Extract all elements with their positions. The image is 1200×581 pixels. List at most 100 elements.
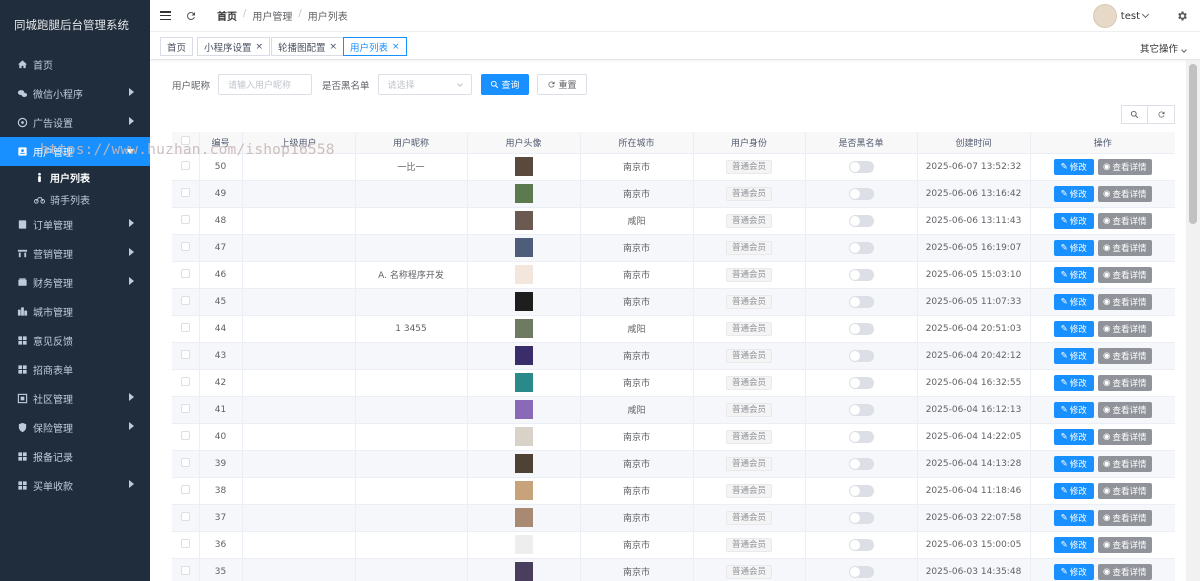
page-scrollbar[interactable]	[1186, 60, 1200, 581]
row-checkbox[interactable]	[172, 396, 199, 424]
tag-banner-config[interactable]: 轮播图配置 ×	[271, 37, 345, 56]
sidebar-item[interactable]: 意见反馈	[0, 326, 150, 355]
edit-button[interactable]: ✎ 修改	[1053, 212, 1094, 229]
row-checkbox[interactable]	[172, 477, 199, 505]
avatar[interactable]	[514, 427, 533, 446]
blacklist-toggle[interactable]	[848, 430, 874, 443]
blacklist-toggle[interactable]	[848, 295, 874, 308]
sidebar-item[interactable]: 微信小程序	[0, 79, 150, 108]
toggle-search-button[interactable]	[1121, 105, 1148, 124]
edit-button[interactable]: ✎ 修改	[1053, 482, 1094, 499]
sidebar-item[interactable]: 社区管理	[0, 384, 150, 413]
avatar[interactable]	[514, 346, 533, 365]
edit-button[interactable]: ✎ 修改	[1053, 185, 1094, 202]
blacklist-toggle[interactable]	[848, 160, 874, 173]
avatar[interactable]	[514, 481, 533, 500]
row-checkbox[interactable]	[172, 234, 199, 262]
blacklist-toggle[interactable]	[848, 457, 874, 470]
avatar[interactable]	[514, 535, 533, 554]
view-detail-button[interactable]: ◉ 查看详情	[1097, 374, 1152, 391]
row-checkbox[interactable]	[172, 504, 199, 532]
avatar[interactable]	[514, 184, 533, 203]
view-detail-button[interactable]: ◉ 查看详情	[1097, 158, 1152, 175]
sidebar-item[interactable]: 广告设置	[0, 108, 150, 137]
row-checkbox[interactable]	[172, 369, 199, 397]
avatar[interactable]	[514, 265, 533, 284]
blacklist-toggle[interactable]	[848, 241, 874, 254]
row-checkbox[interactable]	[172, 207, 199, 235]
hamburger-icon[interactable]	[160, 11, 171, 20]
view-detail-button[interactable]: ◉ 查看详情	[1097, 293, 1152, 310]
view-detail-button[interactable]: ◉ 查看详情	[1097, 239, 1152, 256]
blacklist-toggle[interactable]	[848, 565, 874, 578]
edit-button[interactable]: ✎ 修改	[1053, 455, 1094, 472]
view-detail-button[interactable]: ◉ 查看详情	[1097, 401, 1152, 418]
avatar[interactable]	[514, 292, 533, 311]
sidebar-subitem[interactable]: 骑手列表	[0, 188, 150, 210]
avatar[interactable]	[514, 454, 533, 473]
view-detail-button[interactable]: ◉ 查看详情	[1097, 428, 1152, 445]
edit-button[interactable]: ✎ 修改	[1053, 266, 1094, 283]
view-detail-button[interactable]: ◉ 查看详情	[1097, 185, 1152, 202]
edit-button[interactable]: ✎ 修改	[1053, 509, 1094, 526]
tag-miniprogram-settings[interactable]: 小程序设置 ×	[197, 37, 271, 56]
sidebar-item[interactable]: 保险管理	[0, 413, 150, 442]
avatar[interactable]	[514, 508, 533, 527]
edit-button[interactable]: ✎ 修改	[1053, 158, 1094, 175]
sidebar-item[interactable]: 首页	[0, 50, 150, 79]
row-checkbox[interactable]	[172, 423, 199, 451]
reset-button[interactable]: 重置	[536, 74, 587, 95]
user-menu[interactable]: test	[1092, 4, 1188, 28]
blacklist-toggle[interactable]	[848, 403, 874, 416]
row-checkbox[interactable]	[172, 531, 199, 559]
view-detail-button[interactable]: ◉ 查看详情	[1097, 212, 1152, 229]
edit-button[interactable]: ✎ 修改	[1053, 401, 1094, 418]
view-detail-button[interactable]: ◉ 查看详情	[1097, 266, 1152, 283]
sidebar-subitem[interactable]: 用户列表	[0, 166, 150, 188]
tag-home[interactable]: 首页	[160, 37, 194, 56]
view-detail-button[interactable]: ◉ 查看详情	[1097, 482, 1152, 499]
edit-button[interactable]: ✎ 修改	[1053, 293, 1094, 310]
view-detail-button[interactable]: ◉ 查看详情	[1097, 320, 1152, 337]
avatar[interactable]	[514, 238, 533, 257]
row-checkbox[interactable]	[172, 450, 199, 478]
refresh-table-button[interactable]	[1148, 105, 1175, 124]
refresh-icon[interactable]	[185, 10, 197, 22]
row-checkbox[interactable]	[172, 288, 199, 316]
view-detail-button[interactable]: ◉ 查看详情	[1097, 455, 1152, 472]
row-checkbox[interactable]	[172, 261, 199, 289]
view-detail-button[interactable]: ◉ 查看详情	[1097, 509, 1152, 526]
edit-button[interactable]: ✎ 修改	[1053, 347, 1094, 364]
edit-button[interactable]: ✎ 修改	[1053, 563, 1094, 580]
nickname-input[interactable]: 请输入用户昵称	[218, 74, 313, 95]
blacklist-toggle[interactable]	[848, 511, 874, 524]
row-checkbox[interactable]	[172, 315, 199, 343]
other-actions-dropdown[interactable]: 其它操作	[1140, 41, 1187, 55]
avatar[interactable]	[514, 319, 533, 338]
tag-user-list[interactable]: 用户列表 ×	[343, 37, 407, 56]
scrollbar-thumb[interactable]	[1189, 64, 1197, 224]
edit-button[interactable]: ✎ 修改	[1053, 320, 1094, 337]
edit-button[interactable]: ✎ 修改	[1053, 239, 1094, 256]
blacklist-toggle[interactable]	[848, 376, 874, 389]
sidebar-item[interactable]: 买单收款	[0, 471, 150, 500]
blacklist-toggle[interactable]	[848, 268, 874, 281]
avatar[interactable]	[1092, 4, 1117, 28]
view-detail-button[interactable]: ◉ 查看详情	[1097, 536, 1152, 553]
breadcrumb-item[interactable]: 首页	[217, 8, 237, 23]
avatar[interactable]	[514, 562, 533, 581]
close-icon[interactable]: ×	[330, 42, 338, 52]
edit-button[interactable]: ✎ 修改	[1053, 374, 1094, 391]
blacklist-select[interactable]: 请选择	[377, 74, 472, 95]
edit-button[interactable]: ✎ 修改	[1053, 536, 1094, 553]
sidebar-item[interactable]: 营销管理	[0, 239, 150, 268]
sidebar-item[interactable]: 订单管理	[0, 210, 150, 239]
close-icon[interactable]: ×	[392, 42, 400, 52]
view-detail-button[interactable]: ◉ 查看详情	[1097, 563, 1152, 580]
sidebar-item[interactable]: 财务管理	[0, 268, 150, 297]
avatar[interactable]	[514, 400, 533, 419]
blacklist-toggle[interactable]	[848, 484, 874, 497]
username[interactable]: test	[1121, 11, 1140, 22]
close-icon[interactable]: ×	[256, 42, 264, 52]
view-detail-button[interactable]: ◉ 查看详情	[1097, 347, 1152, 364]
